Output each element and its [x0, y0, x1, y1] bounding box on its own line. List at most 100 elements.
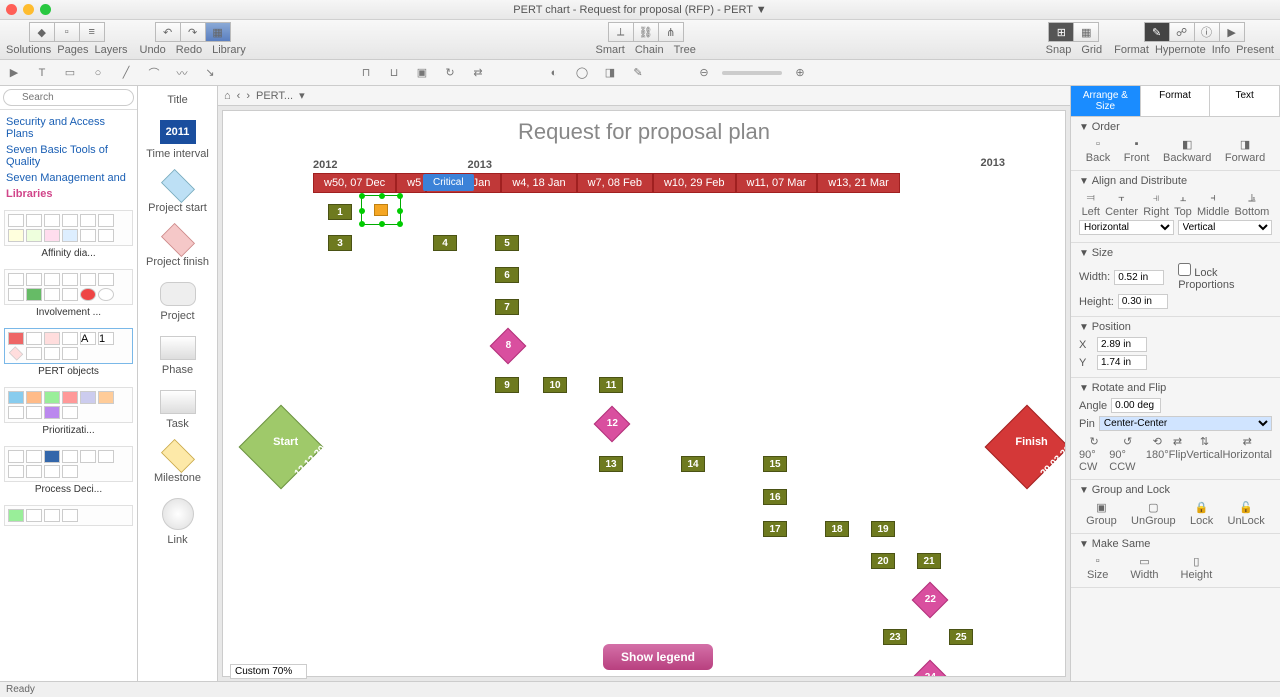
start-diamond[interactable]: Start12.12.2012: [239, 405, 324, 490]
rotate-ccw[interactable]: ↺90° CCW: [1109, 434, 1146, 473]
solutions-button[interactable]: ◆: [29, 22, 55, 42]
format-button[interactable]: ✎: [1144, 22, 1170, 42]
fill-icon[interactable]: ◐: [544, 63, 564, 83]
node-3[interactable]: 3: [328, 235, 352, 251]
fwd-icon[interactable]: ›: [246, 90, 250, 102]
order-front[interactable]: ▪Front: [1124, 137, 1150, 164]
redo-button[interactable]: ↷: [180, 22, 206, 42]
library-button[interactable]: ▦: [205, 22, 231, 42]
order-back[interactable]: ▫Back: [1086, 137, 1110, 164]
undo-button[interactable]: ↶: [155, 22, 181, 42]
align-icon[interactable]: ⊓: [356, 63, 376, 83]
y-input[interactable]: [1097, 355, 1147, 370]
arc-tool-icon[interactable]: ⌒: [144, 63, 164, 83]
finish-diamond[interactable]: Finish29.03.2013: [985, 405, 1066, 490]
ungroup-button[interactable]: ▢UnGroup: [1131, 500, 1176, 527]
lock-button[interactable]: 🔒Lock: [1190, 500, 1213, 527]
make-same-height[interactable]: ▯Height: [1181, 554, 1213, 581]
make-same-width[interactable]: ▭Width: [1130, 554, 1158, 581]
minimize-icon[interactable]: [23, 4, 34, 15]
smart-button[interactable]: ⟂: [608, 22, 634, 42]
pages-button[interactable]: ▫: [54, 22, 80, 42]
zoom-icon[interactable]: [40, 4, 51, 15]
shape-milestone[interactable]: [161, 439, 195, 473]
make-same-size[interactable]: ▫Size: [1087, 554, 1108, 581]
node-11[interactable]: 11: [599, 377, 623, 393]
align-bottom[interactable]: ⫡Bottom: [1235, 191, 1270, 218]
width-input[interactable]: [1114, 270, 1164, 285]
zoom-slider[interactable]: [722, 71, 782, 75]
shape-project[interactable]: [160, 282, 196, 306]
brush-icon[interactable]: ✎: [628, 63, 648, 83]
lock-proportions[interactable]: [1178, 263, 1191, 276]
layers-button[interactable]: ≡: [79, 22, 105, 42]
node-2[interactable]: [374, 204, 388, 216]
shape-finish[interactable]: [161, 223, 195, 257]
lib-process[interactable]: [4, 446, 133, 482]
zoom-out-icon[interactable]: ⊖: [694, 63, 714, 83]
pin-select[interactable]: Center-Center: [1099, 416, 1272, 431]
milestone-22[interactable]: 22: [912, 582, 949, 619]
shape-task[interactable]: [160, 390, 196, 414]
distribute-horiz[interactable]: Horizontal: [1079, 220, 1174, 235]
close-icon[interactable]: [6, 4, 17, 15]
lib-prioritization[interactable]: [4, 387, 133, 423]
shadow-icon[interactable]: ◨: [600, 63, 620, 83]
snap-button[interactable]: ⊞: [1048, 22, 1074, 42]
tree-item[interactable]: Seven Management and: [2, 170, 135, 186]
hypernote-button[interactable]: ☍: [1169, 22, 1195, 42]
height-input[interactable]: [1118, 294, 1168, 309]
zoom-select[interactable]: Custom 70%: [230, 664, 307, 679]
node-19[interactable]: 19: [871, 521, 895, 537]
spline-tool-icon[interactable]: 〰: [172, 63, 192, 83]
unlock-button[interactable]: 🔓UnLock: [1228, 500, 1265, 527]
node-4[interactable]: 4: [433, 235, 457, 251]
rotate-180[interactable]: ⟲180°: [1146, 434, 1169, 473]
align-middle[interactable]: ⫞Middle: [1197, 191, 1229, 218]
crumb-dropdown-icon[interactable]: ▾: [299, 89, 305, 102]
line-tool-icon[interactable]: ╱: [116, 63, 136, 83]
node-10[interactable]: 10: [543, 377, 567, 393]
lib-involvement[interactable]: [4, 269, 133, 305]
zoom-in-icon[interactable]: ⊕: [790, 63, 810, 83]
node-9[interactable]: 9: [495, 377, 519, 393]
flip-icon[interactable]: ⇄: [468, 63, 488, 83]
flip-button[interactable]: ⇄Flip: [1169, 434, 1187, 473]
flip-horizontal[interactable]: ⇄Horizontal: [1222, 434, 1272, 473]
tree-button[interactable]: ⋔: [658, 22, 684, 42]
milestone-24[interactable]: 24: [912, 660, 949, 677]
node-1[interactable]: 1: [328, 204, 352, 220]
node-6[interactable]: 6: [495, 267, 519, 283]
node-20[interactable]: 20: [871, 553, 895, 569]
align-center[interactable]: ⫟Center: [1105, 191, 1138, 218]
shape-title[interactable]: Title: [138, 94, 217, 106]
ellipse-tool-icon[interactable]: ○: [88, 63, 108, 83]
home-icon[interactable]: ⌂: [224, 90, 231, 102]
grid-button[interactable]: ▦: [1073, 22, 1099, 42]
node-15[interactable]: 15: [763, 456, 787, 472]
x-input[interactable]: [1097, 337, 1147, 352]
text-tool-icon[interactable]: T: [32, 63, 52, 83]
shape-start[interactable]: [161, 169, 195, 203]
milestone-8[interactable]: 8: [490, 328, 527, 365]
tab-arrange[interactable]: Arrange & Size: [1071, 86, 1141, 116]
node-13[interactable]: 13: [599, 456, 623, 472]
node-5[interactable]: 5: [495, 235, 519, 251]
order-backward[interactable]: ◧Backward: [1163, 137, 1211, 164]
distribute-vert[interactable]: Vertical: [1178, 220, 1273, 235]
tree-item[interactable]: Seven Basic Tools of Quality: [2, 142, 135, 170]
show-legend-button[interactable]: Show legend: [603, 644, 713, 670]
rect-tool-icon[interactable]: ▭: [60, 63, 80, 83]
lib-affinity[interactable]: [4, 210, 133, 246]
chain-button[interactable]: ⛓: [633, 22, 659, 42]
node-14[interactable]: 14: [681, 456, 705, 472]
canvas[interactable]: Request for proposal plan 201220132013 w…: [222, 110, 1066, 677]
distribute-icon[interactable]: ⊔: [384, 63, 404, 83]
lib-extra[interactable]: [4, 505, 133, 526]
back-icon[interactable]: ‹: [237, 90, 241, 102]
milestone-12[interactable]: 12: [594, 406, 631, 443]
node-21[interactable]: 21: [917, 553, 941, 569]
present-button[interactable]: ▶: [1219, 22, 1245, 42]
pointer-tool-icon[interactable]: ▶: [4, 63, 24, 83]
connector-tool-icon[interactable]: ↘: [200, 63, 220, 83]
